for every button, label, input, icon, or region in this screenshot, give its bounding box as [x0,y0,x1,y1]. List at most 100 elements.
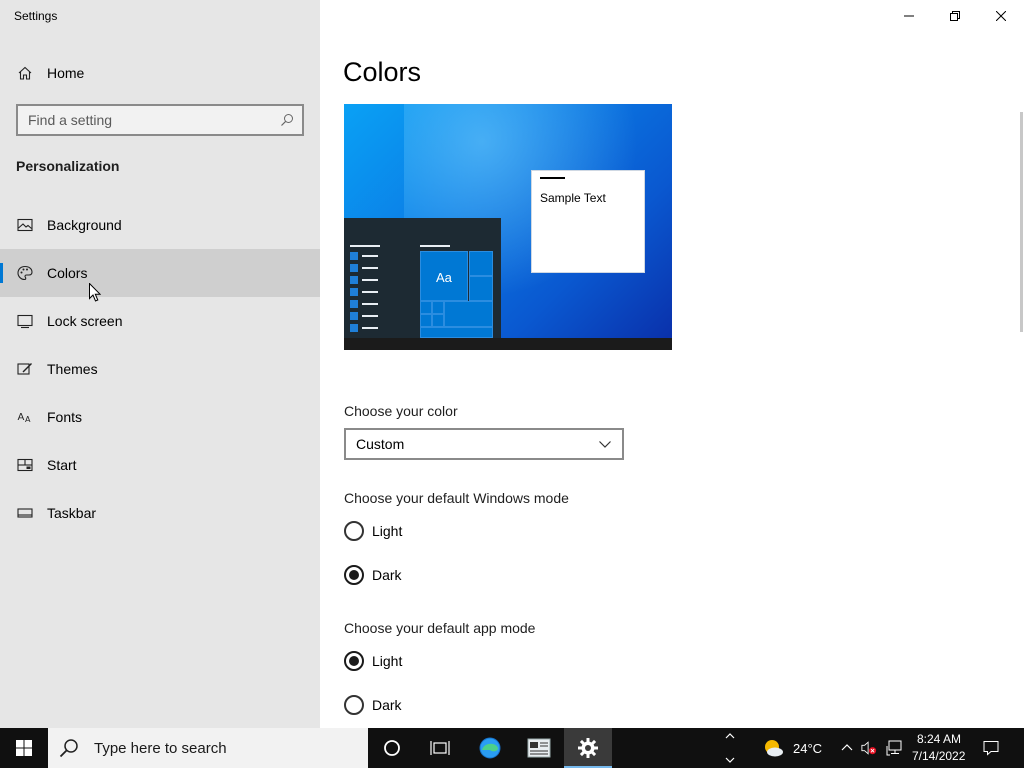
windows-mode-light-radio[interactable]: Light [344,519,402,543]
sidebar-item-lock-screen[interactable]: Lock screen [0,297,320,345]
sidebar-item-label: Background [47,217,122,233]
edge-taskbar-button[interactable] [466,728,514,768]
home-label: Home [47,65,85,81]
choose-color-label: Choose your color [344,403,458,419]
taskbar-icon [17,505,33,521]
app-mode-dark-radio[interactable]: Dark [344,693,402,717]
start-button[interactable] [0,728,48,768]
volume-muted-icon[interactable] [861,740,877,756]
picture-icon [17,217,33,233]
app-title: Settings [14,9,58,23]
clock-time[interactable]: 8:24 AM [917,732,961,746]
preview-taskbar [344,338,672,350]
news-app-icon [527,738,551,758]
sidebar-item-themes[interactable]: Themes [0,345,320,393]
themes-icon [17,361,33,377]
menu-square [350,264,358,272]
preview-tile [420,301,432,314]
minimize-button[interactable] [886,0,932,32]
tile-label: Aa [436,270,452,285]
radio-circle [344,695,364,715]
chevron-up-icon[interactable] [839,740,855,756]
restore-button[interactable] [932,0,978,32]
sidebar-item-label: Colors [47,265,88,281]
menu-line [420,245,450,247]
sidebar-item-fonts[interactable]: AA Fonts [0,393,320,441]
radio-circle [344,521,364,541]
sidebar-item-label: Start [47,457,77,473]
settings-search-box[interactable] [16,104,304,136]
task-view-icon [430,741,450,755]
chevron-down-icon [598,437,612,451]
palette-icon [17,265,33,281]
sidebar-item-label: Fonts [47,409,83,425]
radio-label: Dark [372,697,402,713]
notification-icon [983,741,999,756]
scrollbar[interactable] [1020,112,1023,332]
edge-browser-icon [479,737,501,759]
windows-mode-dark-radio[interactable]: Dark [344,563,402,587]
sample-window-titlebar [540,177,565,179]
menu-line [362,255,378,257]
app-mode-light-radio[interactable]: Light [344,649,402,673]
app-mode-label: Choose your default app mode [344,620,536,636]
start-icon [17,457,33,473]
sidebar-item-label: Themes [47,361,98,377]
preview-tile-wide [420,327,493,338]
preview-tile-wide [444,301,493,327]
radio-label: Light [372,653,403,669]
menu-line [362,327,378,329]
tray-scroll-arrows-icon [725,733,735,763]
search-icon[interactable] [280,113,294,127]
radio-circle-checked [344,651,364,671]
news-app-button[interactable] [515,728,563,768]
partly-sunny-icon[interactable] [762,738,784,758]
menu-square [350,324,358,332]
sample-text: Sample Text [540,191,606,205]
menu-line [362,279,378,281]
close-button[interactable] [978,0,1024,32]
main-content: Colors Sample Text Aa Choose your color … [320,0,1024,728]
start-menu-preview: Aa [344,218,501,338]
preview-tile [420,314,432,327]
sidebar-item-label: Lock screen [47,313,123,329]
preview-tile [469,276,493,301]
sidebar-item-taskbar[interactable]: Taskbar [0,489,320,537]
home-nav-item[interactable]: Home [0,56,320,90]
menu-square [350,312,358,320]
task-view-button[interactable] [416,728,464,768]
menu-square [350,300,358,308]
taskbar: Type here to search 24°C 8:24 AM 7/14/20… [0,728,1024,768]
sidebar: Settings Home Personalization Background… [0,0,320,728]
action-center-button[interactable] [983,740,999,756]
sample-window: Sample Text [531,170,645,273]
radio-label: Dark [372,567,402,583]
settings-search-input[interactable] [18,112,268,128]
sidebar-item-background[interactable]: Background [0,201,320,249]
weather-temperature[interactable]: 24°C [793,741,822,756]
svg-text:A: A [18,412,25,423]
radio-circle-checked [344,565,364,585]
dropdown-value: Custom [356,436,405,452]
cortana-button[interactable] [368,728,416,768]
sidebar-item-colors[interactable]: Colors [0,249,320,297]
taskbar-search-box[interactable]: Type here to search [48,728,368,768]
restore-icon [950,11,960,21]
clock-date[interactable]: 7/14/2022 [912,749,965,763]
search-icon [59,739,78,758]
section-title: Personalization [16,158,120,174]
network-icon[interactable] [886,740,902,756]
settings-taskbar-button[interactable] [564,728,612,768]
taskbar-search-placeholder: Type here to search [94,739,227,757]
preview-tile [432,301,444,314]
color-preview: Sample Text Aa [344,104,672,350]
sidebar-item-label: Taskbar [47,505,97,521]
close-icon [996,11,1006,21]
tray-scroll-icon[interactable] [722,730,738,766]
sidebar-item-start[interactable]: Start [0,441,320,489]
lock-screen-icon [17,313,33,329]
cortana-icon [384,740,400,756]
selection-indicator [0,263,3,283]
color-mode-dropdown[interactable]: Custom [344,428,624,460]
windows-mode-label: Choose your default Windows mode [344,490,569,506]
